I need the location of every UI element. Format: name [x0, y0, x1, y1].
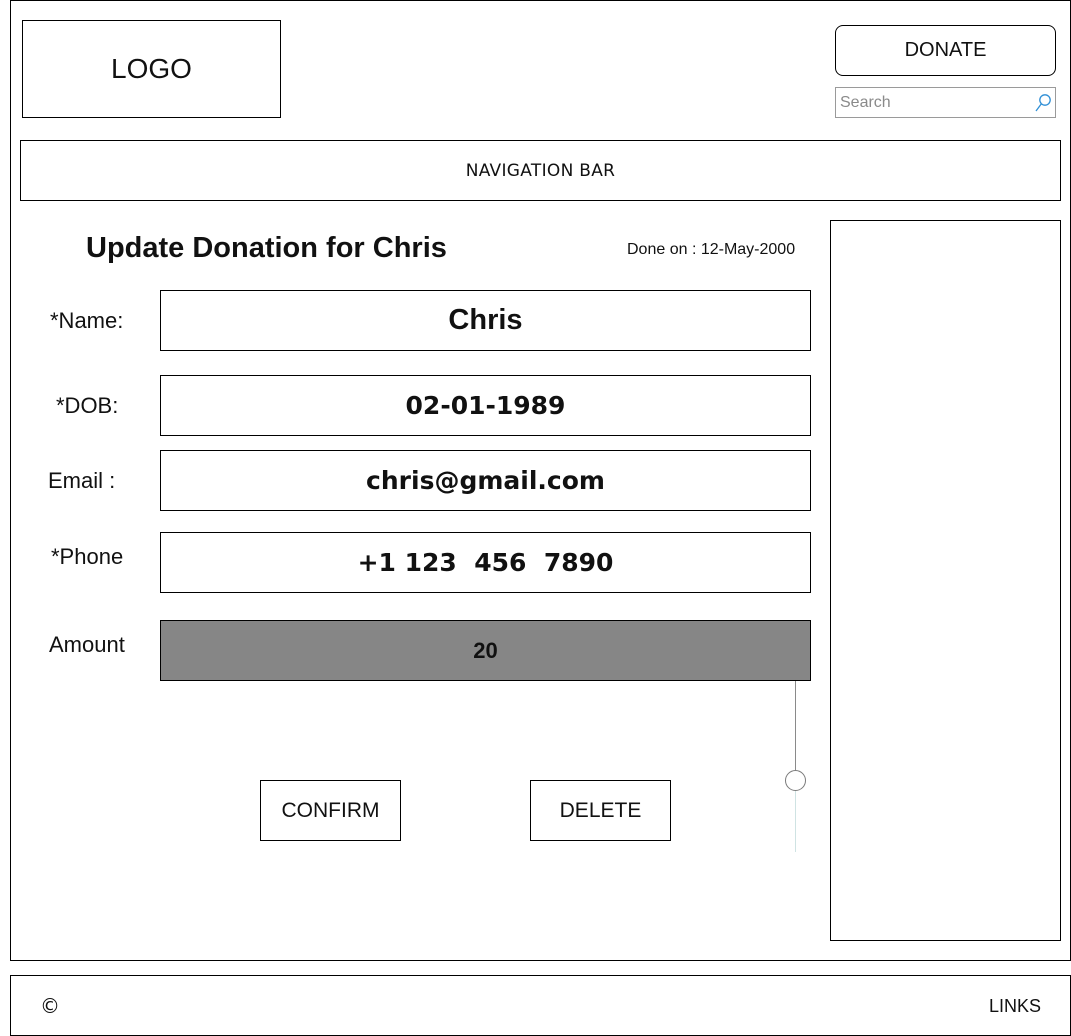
confirm-button[interactable]: CONFIRM [260, 780, 401, 841]
page-title: Update Donation for Chris [86, 232, 447, 264]
email-value: chris@gmail.com [366, 466, 605, 495]
dob-label: *DOB: [56, 393, 119, 418]
name-label: *Name: [50, 308, 124, 333]
slider-track[interactable] [795, 681, 796, 770]
side-panel [830, 220, 1061, 941]
slider-track-lower[interactable] [795, 791, 796, 852]
amount-value: 20 [473, 637, 498, 663]
delete-button-label: DELETE [559, 798, 642, 822]
navigation-bar[interactable]: NAVIGATION BAR [20, 140, 1061, 201]
logo-text: LOGO [111, 53, 192, 84]
amount-field[interactable]: 20 [160, 620, 811, 681]
name-value: Chris [448, 304, 523, 336]
search-input[interactable] [836, 89, 1031, 116]
confirm-button-label: CONFIRM [281, 798, 380, 822]
phone-field[interactable]: +1 123 456 7890 [160, 532, 811, 593]
dob-field[interactable]: 02-01-1989 [160, 375, 811, 436]
logo[interactable]: LOGO [22, 20, 281, 118]
donate-button-label: DONATE [904, 39, 987, 61]
copyright-icon: © [40, 994, 60, 1018]
phone-value: +1 123 456 7890 [357, 548, 614, 577]
footer [10, 975, 1071, 1036]
email-field[interactable]: chris@gmail.com [160, 450, 811, 511]
delete-button[interactable]: DELETE [530, 780, 671, 841]
donation-date: Done on : 12-May-2000 [627, 241, 796, 258]
footer-links[interactable]: LINKS [989, 996, 1041, 1017]
name-field[interactable]: Chris [160, 290, 811, 351]
search-box [835, 87, 1056, 118]
slider-handle[interactable] [785, 770, 806, 791]
amount-label: Amount [49, 632, 125, 657]
email-label: Email : [48, 468, 116, 493]
phone-label: *Phone [51, 544, 124, 569]
donate-button[interactable]: DONATE [835, 25, 1056, 76]
dob-value: 02-01-1989 [405, 391, 566, 420]
navigation-bar-label: NAVIGATION BAR [465, 160, 616, 181]
search-icon[interactable] [1031, 90, 1055, 116]
